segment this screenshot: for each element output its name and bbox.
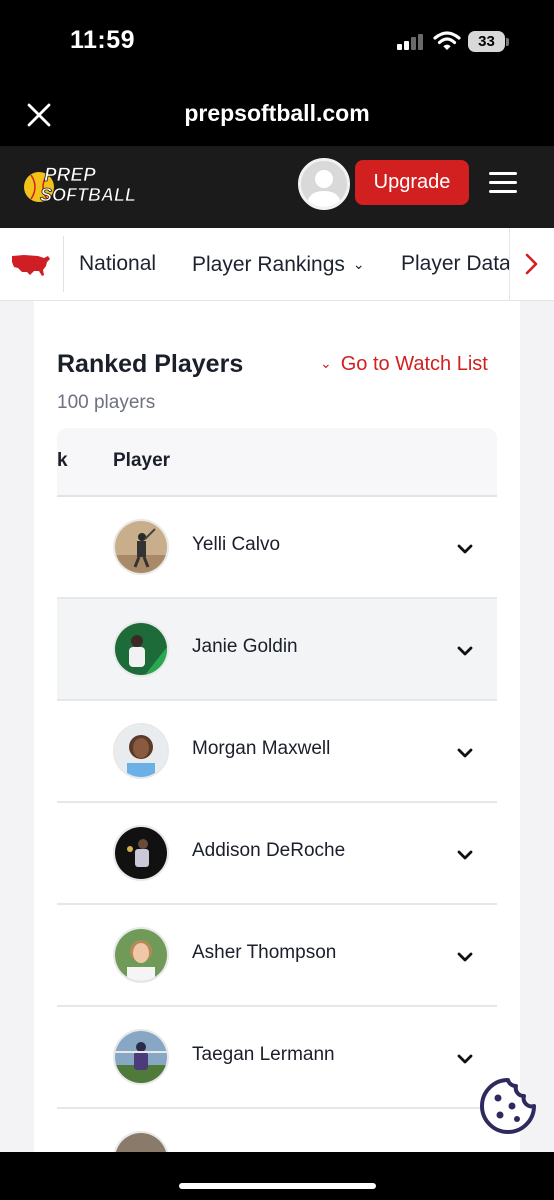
nav-item-label: National	[79, 252, 157, 275]
home-indicator[interactable]	[179, 1183, 376, 1189]
ranked-players-card: Ranked Players ⌄ Go to Watch List 100 pla…	[34, 301, 520, 1152]
logo-text-softball: SOFTBALL	[40, 185, 136, 205]
player-name: Janie Goldin	[192, 636, 298, 657]
chevron-down-icon[interactable]	[453, 639, 477, 663]
chevron-down-icon: ⌄	[352, 256, 365, 272]
cookie-icon[interactable]	[478, 1076, 538, 1136]
signal-icon	[397, 34, 423, 50]
player-photo	[113, 825, 169, 881]
table-row[interactable]: Taegan Lermann	[57, 1007, 497, 1109]
nav-item-player-rankings[interactable]: Player Rankings ⌄	[192, 228, 365, 300]
battery-level: 33	[478, 33, 495, 50]
chevron-down-icon[interactable]	[453, 843, 477, 867]
player-name: Morgan Maxwell	[192, 738, 331, 759]
table-row[interactable]	[57, 1109, 497, 1152]
player-photo	[113, 1029, 169, 1085]
nav-item-player-data[interactable]: Player Data	[401, 228, 511, 300]
bottom-bar	[0, 1152, 554, 1200]
section-title: Ranked Players	[57, 350, 244, 378]
site-header: PREP SOFTBALL Upgrade	[0, 146, 554, 228]
battery-icon: 33	[468, 31, 510, 53]
player-column-header[interactable]: Player	[113, 450, 170, 472]
nav-item-label: Player Data	[401, 252, 511, 275]
nav-scroll-right-button[interactable]	[509, 228, 554, 300]
chevron-down-icon[interactable]	[453, 945, 477, 969]
chevron-right-icon	[525, 253, 538, 275]
nav-item-national[interactable]: National	[79, 228, 156, 300]
chevron-down-icon[interactable]	[453, 1047, 477, 1071]
go-to-watch-list-link[interactable]: ⌄ Go to Watch List	[320, 353, 488, 376]
browser-bar: prepsoftball.com	[0, 82, 554, 146]
upgrade-button[interactable]: Upgrade	[355, 160, 469, 205]
avatar[interactable]	[298, 158, 350, 210]
table-header: k Player	[57, 428, 497, 497]
nav-bar: National Player Rankings ⌄ Player Data	[0, 228, 554, 301]
table-row[interactable]: Asher Thompson	[57, 905, 497, 1007]
player-name: Taegan Lermann	[192, 1044, 335, 1065]
table-row[interactable]: Addison DeRoche	[57, 803, 497, 905]
table-row[interactable]: Yelli Calvo	[57, 497, 497, 599]
player-photo	[113, 927, 169, 983]
chevron-down-icon: ⌄	[320, 355, 332, 371]
player-name: Asher Thompson	[192, 942, 337, 963]
player-name: Yelli Calvo	[192, 534, 281, 555]
chevron-down-icon[interactable]	[453, 537, 477, 561]
usa-map-icon[interactable]	[10, 252, 52, 278]
status-time: 11:59	[70, 26, 136, 54]
table-row[interactable]: Janie Goldin	[57, 599, 497, 701]
chevron-down-icon[interactable]	[453, 741, 477, 765]
rank-column-header[interactable]: k	[57, 450, 68, 472]
nav-item-label: Player Rankings	[192, 253, 345, 276]
prep-softball-logo[interactable]: PREP SOFTBALL	[22, 163, 148, 207]
player-photo	[113, 519, 169, 575]
player-count: 100 players	[57, 392, 156, 413]
watch-list-label: Go to Watch List	[340, 353, 488, 375]
hamburger-menu-icon[interactable]	[489, 170, 517, 194]
player-photo	[113, 723, 169, 779]
player-photo	[113, 621, 169, 677]
nav-divider	[63, 236, 64, 292]
user-avatar-icon	[307, 170, 341, 207]
table-row[interactable]: Morgan Maxwell	[57, 701, 497, 803]
status-bar: 11:59 33	[0, 0, 554, 82]
wifi-icon	[433, 31, 461, 50]
player-name: Addison DeRoche	[192, 840, 346, 861]
logo-text-prep: PREP	[44, 165, 96, 186]
browser-domain: prepsoftball.com	[184, 100, 370, 126]
player-photo	[113, 1131, 169, 1152]
